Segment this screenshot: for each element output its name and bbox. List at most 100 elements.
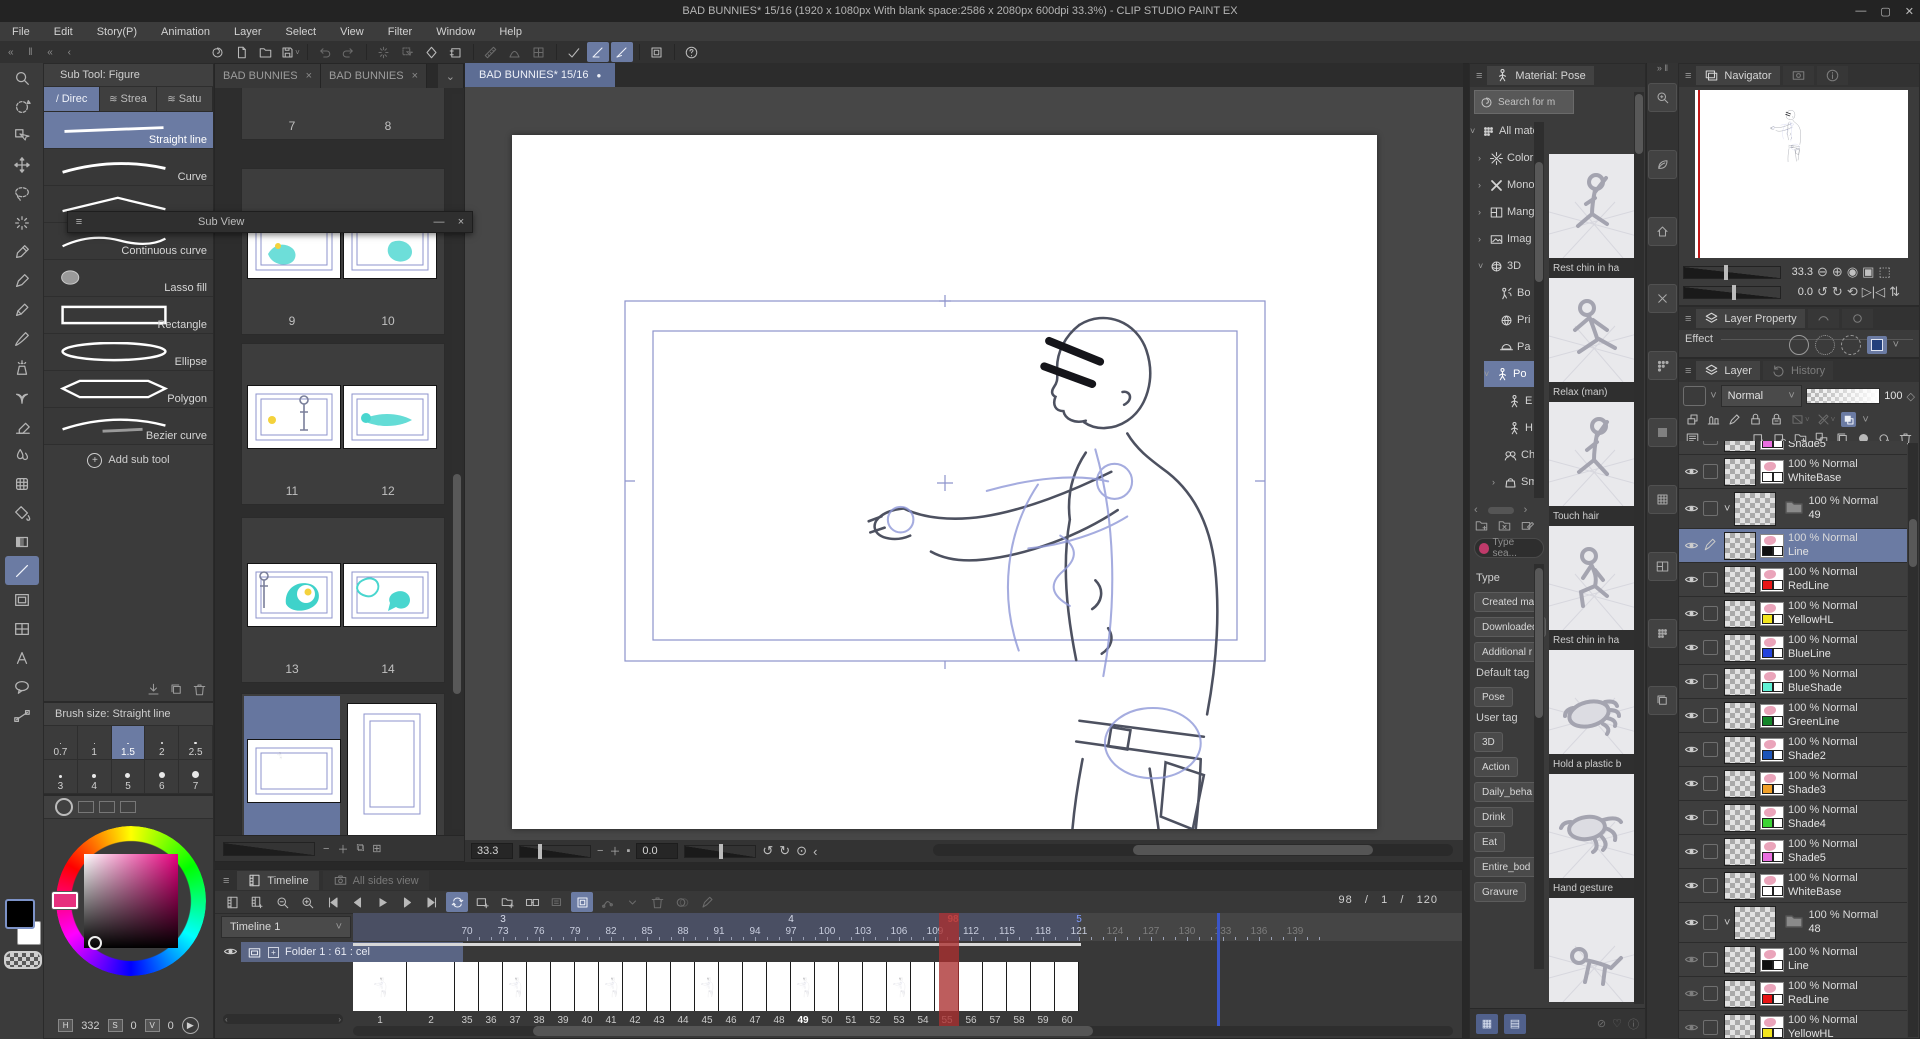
pose-item-hand-gesture[interactable]: Hand gesture <box>1549 774 1637 898</box>
sv-knob[interactable] <box>88 936 102 950</box>
layer-checkbox[interactable] <box>1703 1020 1718 1035</box>
matstrip-x-mark-button[interactable] <box>1648 284 1677 313</box>
brush-size-5[interactable]: 5 <box>112 760 146 794</box>
single-view-icon[interactable]: ⊞ <box>372 842 381 855</box>
pose-item-partial[interactable] <box>1549 898 1637 1002</box>
layer-checkbox[interactable] <box>1703 742 1718 757</box>
cel-52[interactable] <box>863 962 887 1011</box>
layer-visible-eye-icon[interactable] <box>1679 674 1703 689</box>
nav-flip-v-icon[interactable]: ⇅ <box>1889 284 1900 300</box>
tab-layer-property[interactable]: Layer Property <box>1696 309 1804 328</box>
snap-special-button[interactable] <box>504 42 526 62</box>
layer-thumbnail[interactable] <box>1734 492 1776 526</box>
maximize-button[interactable]: ▢ <box>1880 5 1890 18</box>
opacity-stepper[interactable]: ◇ <box>1907 390 1915 403</box>
cel-45[interactable] <box>695 962 719 1011</box>
zoom-out-button[interactable] <box>271 892 293 912</box>
nav-zoom-out-icon[interactable]: ⊖ <box>1817 264 1828 280</box>
nav-fullscreen-icon[interactable]: ⬚ <box>1878 264 1890 280</box>
new-timeline-button[interactable] <box>246 892 268 912</box>
page-number-10[interactable]: 10 <box>342 314 434 328</box>
tool-brush[interactable] <box>5 324 39 353</box>
tool-balloon[interactable] <box>5 672 39 701</box>
menu-help[interactable]: Help <box>487 26 534 38</box>
light-table-button[interactable] <box>646 42 668 62</box>
page-number-13[interactable]: 13 <box>246 662 338 676</box>
rotate-right-icon[interactable]: ↻ <box>779 843 790 859</box>
layer-thumbnail[interactable] <box>1724 1014 1756 1039</box>
new-cel-folder-button[interactable] <box>496 892 518 912</box>
canvas-rotation-value[interactable]: 0.0 <box>636 843 678 859</box>
document-tabs-chevron[interactable]: ⌄ <box>438 64 464 88</box>
favorite-heart-icon[interactable]: ♡ <box>1612 1017 1622 1030</box>
tool-move-layer[interactable] <box>5 150 39 179</box>
zoom-in-icon[interactable]: ＋ <box>609 843 620 859</box>
cel-54[interactable] <box>911 962 935 1011</box>
timeline-ruler[interactable]: 7073767982858891949710010310610911211511… <box>353 913 1462 941</box>
sub-view-minimize-button[interactable]: — <box>428 216 450 228</box>
palette-color-chip[interactable] <box>1683 386 1706 406</box>
layer-row-line-selected[interactable]: 100 % NormalLine <box>1679 529 1907 563</box>
zoom-in-button[interactable] <box>296 892 318 912</box>
material-strip-collapse[interactable]: » ‖ <box>1647 63 1678 79</box>
cel-43[interactable] <box>647 962 671 1011</box>
border-effect-icon[interactable] <box>1789 335 1809 355</box>
menu-select[interactable]: Select <box>274 26 329 38</box>
timeline-doc-button[interactable] <box>221 892 243 912</box>
brush-size-2.5[interactable]: 2.5 <box>179 726 213 760</box>
layer-checkbox[interactable] <box>1703 501 1718 516</box>
page-thumbnail-11[interactable] <box>248 386 340 448</box>
layer-thumbnail[interactable] <box>1724 804 1756 832</box>
new-cel-button[interactable] <box>471 892 493 912</box>
spread-view-icon[interactable]: ⧉ <box>356 842 364 855</box>
play-button[interactable] <box>371 892 393 912</box>
tab-effect-a[interactable] <box>1808 309 1839 328</box>
cel-47[interactable] <box>743 962 767 1011</box>
layer-visible-eye-icon[interactable] <box>1679 986 1703 1001</box>
foreground-color-swatch[interactable] <box>5 899 35 929</box>
subtool-item-ellipse[interactable]: Ellipse <box>44 334 213 371</box>
layer-row-greenline[interactable]: 100 % NormalGreenLine <box>1679 699 1907 733</box>
menu-file[interactable]: File <box>0 26 42 38</box>
layer-row-line[interactable]: 100 % NormalLine <box>1679 943 1907 977</box>
page-thumbnail-16[interactable] <box>348 704 436 837</box>
tab-material-pose[interactable]: Material: Pose <box>1487 66 1593 85</box>
playhead[interactable] <box>939 913 959 1033</box>
cel-1[interactable] <box>353 962 407 1011</box>
page-thumbnail-13[interactable] <box>248 564 340 626</box>
layer-checkbox[interactable] <box>1703 915 1718 930</box>
subtool-item-curve[interactable]: Curve <box>44 149 213 186</box>
page-number-9[interactable]: 9 <box>246 314 338 328</box>
pen-edit-button[interactable] <box>696 892 718 912</box>
layer-checkbox[interactable] <box>1703 640 1718 655</box>
brush-size-3[interactable]: 3 <box>44 760 78 794</box>
cel-36[interactable] <box>479 962 503 1011</box>
clip-button[interactable] <box>1685 412 1700 427</box>
tool-rotate-canvas[interactable] <box>5 92 39 121</box>
thumb-grid-small-icon[interactable]: ▦ <box>1476 1014 1498 1034</box>
layer-visible-eye-icon[interactable] <box>1679 708 1703 723</box>
canvas-page[interactable] <box>512 135 1377 829</box>
layer-visible-eye-icon[interactable] <box>1679 1020 1703 1035</box>
pose-scrollbar[interactable] <box>1634 92 1644 1004</box>
matstrip-leaf-button[interactable] <box>1648 150 1677 179</box>
snap-ruler-button[interactable] <box>480 42 502 62</box>
layer-visible-eye-icon[interactable] <box>1679 776 1703 791</box>
folder-expand-chevron[interactable]: ˅ <box>1724 503 1730 515</box>
track-list-scrollbar[interactable]: ‹› <box>223 1014 343 1024</box>
panel-menu-icon[interactable]: ≡ <box>68 216 90 228</box>
cel-48[interactable] <box>767 962 791 1011</box>
close-button[interactable]: ✕ <box>1905 5 1914 18</box>
track-eye-icon[interactable] <box>223 944 238 962</box>
layer-thumbnail[interactable] <box>1724 770 1756 798</box>
tool-decoration[interactable] <box>5 382 39 411</box>
nav-fit-icon[interactable]: ▣ <box>1862 264 1874 280</box>
cel-60[interactable] <box>1055 962 1079 1011</box>
menu-window[interactable]: Window <box>424 26 487 38</box>
onion-skin-button[interactable] <box>671 892 693 912</box>
layer-row-shade3[interactable]: 100 % NormalShade3 <box>1679 767 1907 801</box>
canvas-tab[interactable]: BAD BUNNIES* 15/16● <box>465 63 615 87</box>
lock-button[interactable] <box>1748 412 1763 427</box>
layer-color-effect-icon[interactable] <box>1867 336 1887 354</box>
transform-button[interactable] <box>596 892 618 912</box>
